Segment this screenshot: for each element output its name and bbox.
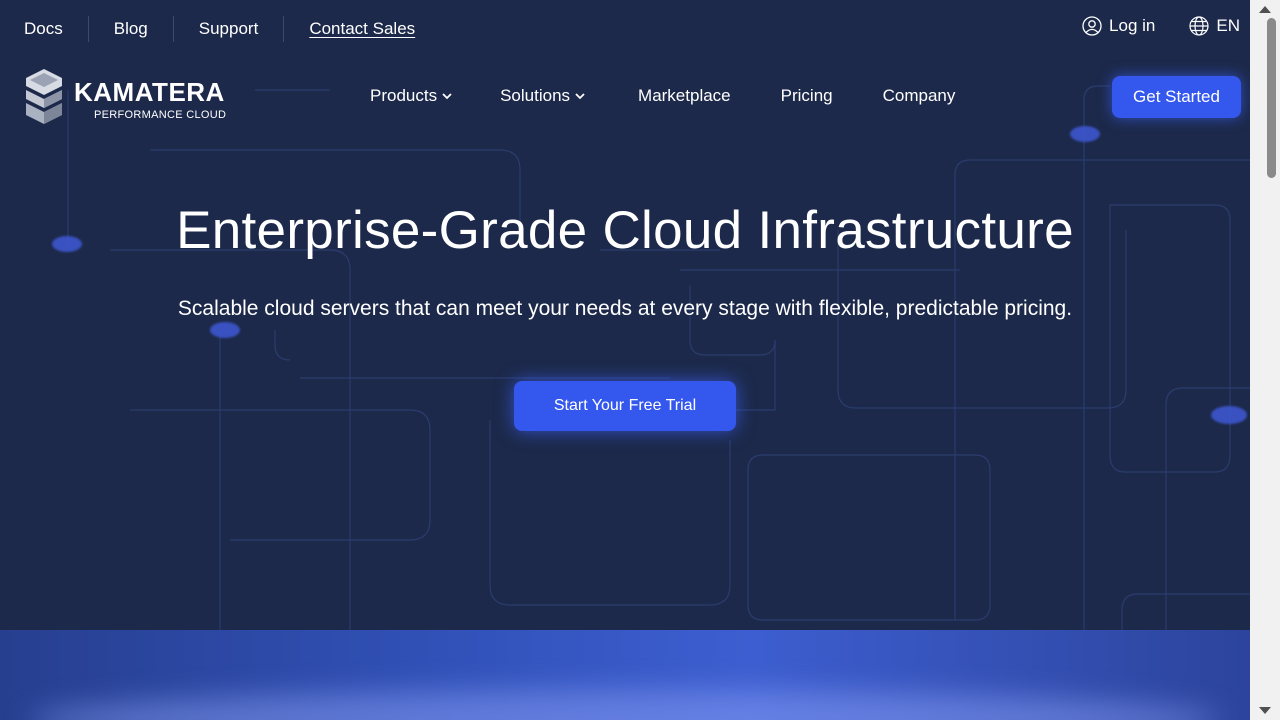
nav-item-marketplace[interactable]: Marketplace <box>638 86 731 106</box>
logo-tagline: PERFORMANCE CLOUD <box>94 109 227 121</box>
scroll-down-arrow-icon[interactable] <box>1259 707 1271 714</box>
login-label: Log in <box>1109 16 1156 35</box>
language-selector[interactable]: EN <box>1189 16 1240 36</box>
contact-sales-link[interactable]: Contact Sales <box>309 19 415 39</box>
start-free-trial-button[interactable]: Start Your Free Trial <box>514 381 736 431</box>
logo-name: KAMATERA <box>74 77 225 107</box>
nav-item-solutions[interactable]: Solutions <box>500 86 585 106</box>
support-link[interactable]: Support <box>199 19 259 39</box>
logo-mark-icon <box>26 69 62 124</box>
blog-link[interactable]: Blog <box>114 19 148 39</box>
nav-item-products[interactable]: Products <box>370 86 452 106</box>
account-controls: Log in EN <box>1082 16 1240 36</box>
divider <box>283 16 285 42</box>
hero-subtitle: Scalable cloud servers that can meet you… <box>177 297 1073 320</box>
divider <box>172 16 174 42</box>
cloud-node-icon <box>1211 406 1247 424</box>
nav-item-label: Company <box>882 86 956 105</box>
scroll-up-arrow-icon[interactable] <box>1259 6 1271 13</box>
nav-item-company[interactable]: Company <box>883 86 956 106</box>
nav-item-label: Pricing <box>780 86 833 105</box>
docs-link[interactable]: Docs <box>24 19 63 39</box>
kamatera-logo[interactable]: KAMATERA PERFORMANCE CLOUD <box>24 69 226 125</box>
utility-bar: Docs Blog Support Contact Sales Log in E… <box>0 0 1250 52</box>
cloud-node-icon <box>210 322 240 338</box>
language-label: EN <box>1216 16 1240 35</box>
hero-title: Enterprise-Grade Cloud Infrastructure <box>176 201 1074 260</box>
scrollbar-thumb[interactable] <box>1267 18 1276 178</box>
nav-item-label: Solutions <box>500 86 571 105</box>
logo-text: KAMATERA PERFORMANCE CLOUD <box>74 79 226 121</box>
utility-links: Docs Blog Support Contact Sales <box>24 16 415 42</box>
chevron-down-icon <box>575 92 585 99</box>
nav-item-pricing[interactable]: Pricing <box>781 86 833 106</box>
globe-icon <box>1189 16 1209 36</box>
nav-item-label: Products <box>370 86 438 105</box>
nav-menu: Products Solutions Marketplace Pricing C… <box>370 86 955 106</box>
main-nav: KAMATERA PERFORMANCE CLOUD Products Solu… <box>0 62 1250 132</box>
chevron-down-icon <box>442 92 452 99</box>
nav-item-label: Marketplace <box>638 86 731 105</box>
login-link[interactable]: Log in <box>1082 16 1155 36</box>
page: Docs Blog Support Contact Sales Log in E… <box>0 0 1250 720</box>
get-started-button[interactable]: Get Started <box>1112 76 1241 118</box>
divider <box>87 16 89 42</box>
vertical-scrollbar[interactable] <box>1250 0 1280 720</box>
user-icon <box>1082 16 1102 36</box>
